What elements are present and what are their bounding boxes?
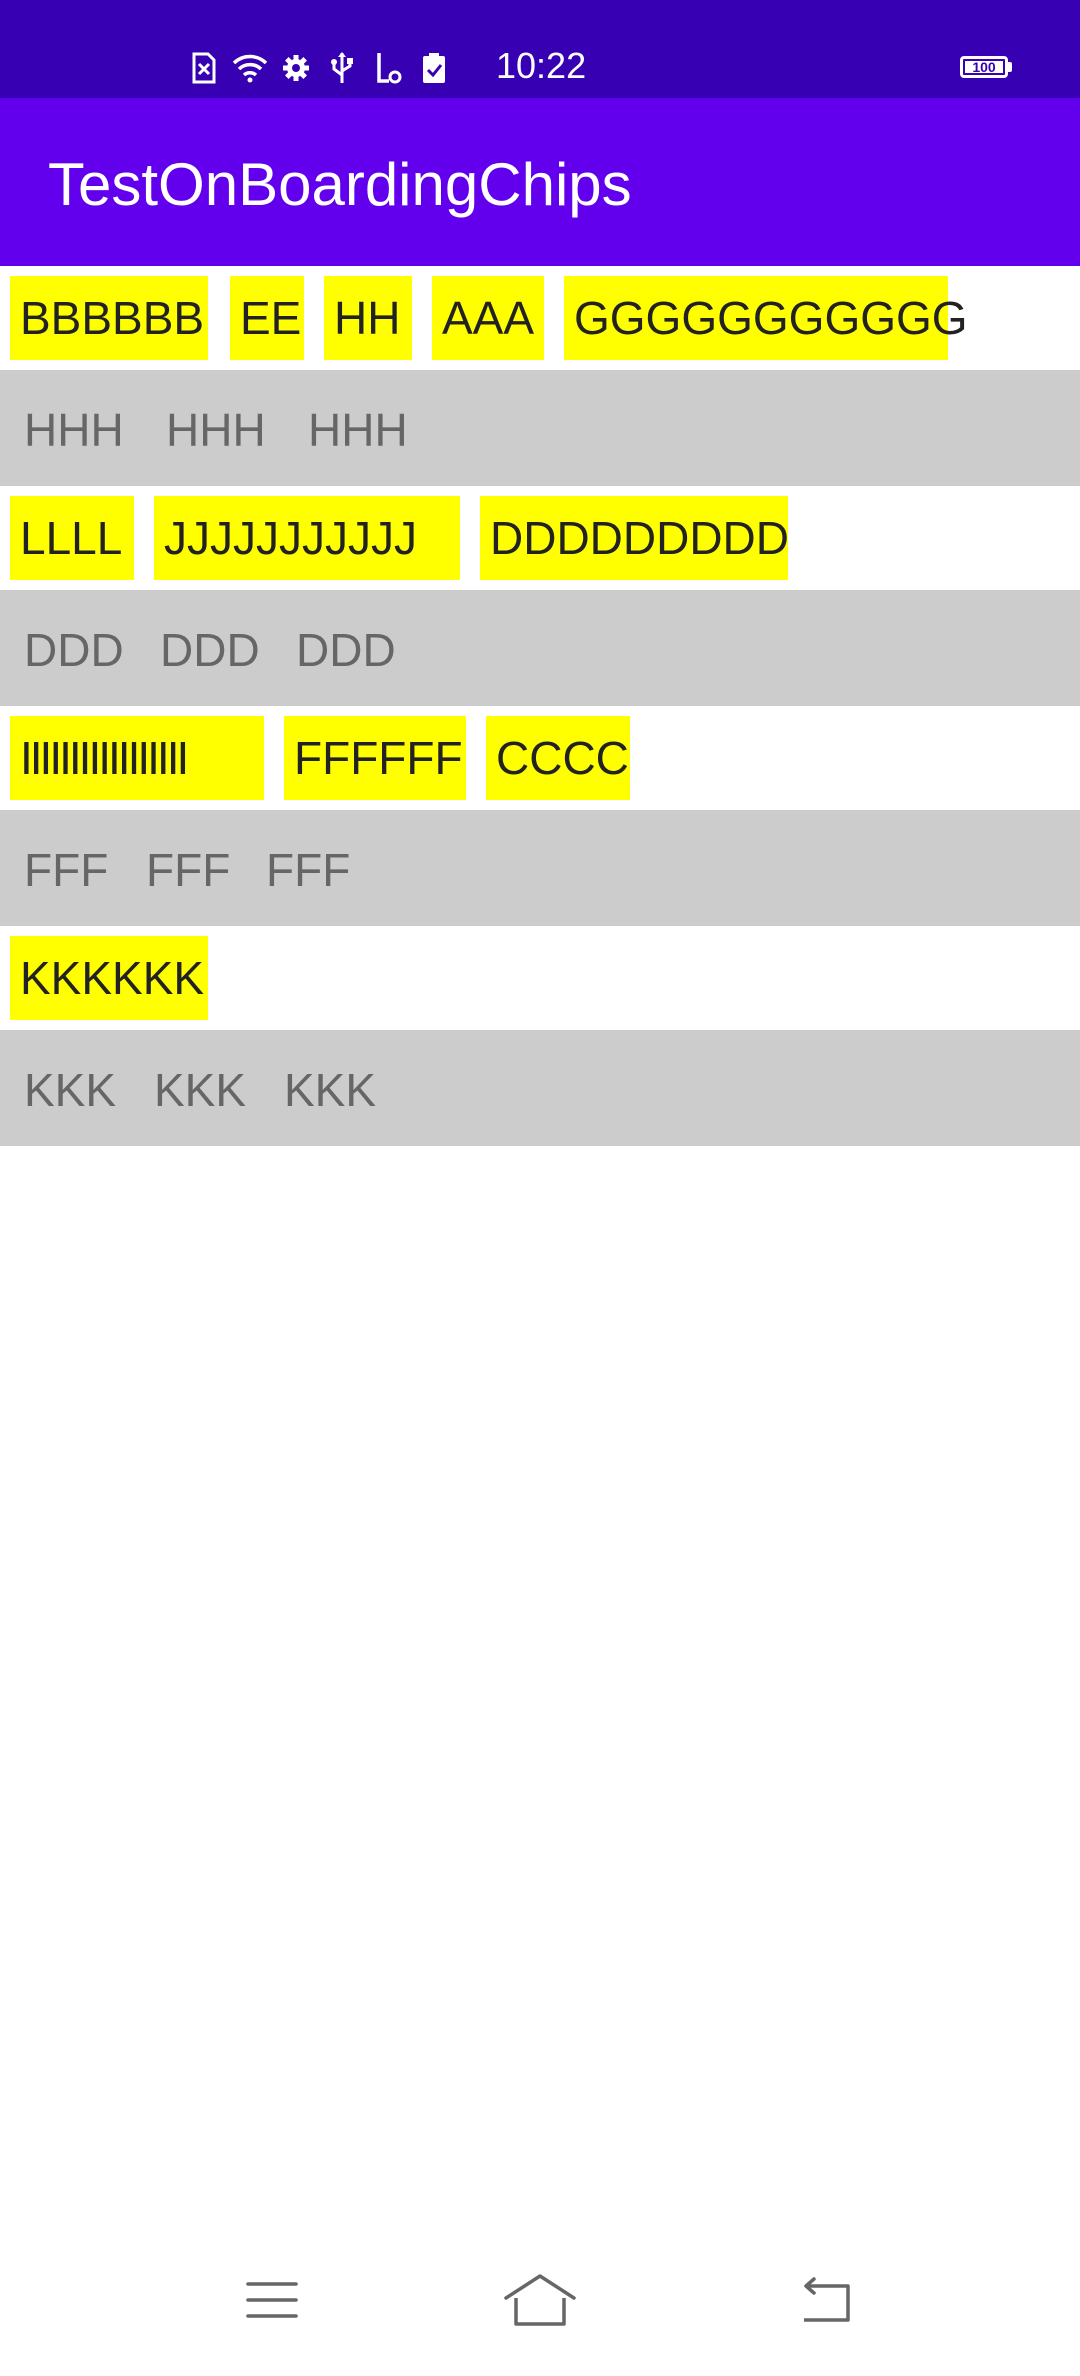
clipboard-check-icon [416,50,452,86]
chip-row: BBBBBB EE HH AAA GGGGGGGGGGG [0,266,1080,370]
wifi-icon [232,50,268,86]
chip[interactable]: LLLL [10,496,134,580]
usb-icon [324,50,360,86]
plain-row: HHH HHH HHH [0,370,1080,486]
app-title: TestOnBoardingChips [48,151,632,218]
sim-off-icon [186,50,222,86]
chip[interactable]: FFFFFF [284,716,466,800]
chip[interactable]: JJJJJJJJJJJ [154,496,460,580]
back-button[interactable] [784,2272,864,2332]
status-icons [186,50,452,86]
gear-icon [278,50,314,86]
plain-item: HHH [166,404,266,456]
battery-tip [1008,62,1012,72]
plain-item: HHH [24,404,124,456]
chip[interactable]: HH [324,276,412,360]
plain-item: KKK [284,1064,377,1116]
chip[interactable]: GGGGGGGGGGG [564,276,968,360]
chip[interactable]: KKKKKK [10,936,208,1020]
chip[interactable]: CCCC [486,716,630,800]
chip[interactable]: EE [230,276,304,360]
chip[interactable]: IIIIIIIIIIIIIIIII [10,716,264,800]
navigation-bar [0,2240,1080,2376]
plain-row: DDD DDD DDD [0,590,1080,706]
home-button[interactable] [500,2272,580,2332]
plain-item: DDD [296,624,396,676]
menu-icon [244,2278,300,2327]
chip-row: IIIIIIIIIIIIIIIII FFFFFF CCCC [0,706,1080,810]
plain-item: FFF [146,844,231,896]
plain-item: KKK [154,1064,247,1116]
chip[interactable]: AAA [432,276,544,360]
plain-item: HHH [308,404,408,456]
debug-icon [370,50,406,86]
status-time: 10:22 [496,45,587,86]
back-icon [794,2276,854,2329]
plain-item: DDD [24,624,124,676]
battery-icon: 100 [960,56,1008,78]
status-bar: 10:22 100 [0,0,1080,98]
plain-item: DDD [160,624,260,676]
menu-button[interactable] [232,2272,312,2332]
plain-row: KKK KKK KKK [0,1030,1080,1146]
chip-row: KKKKKK [0,926,1080,1030]
plain-item: KKK [24,1064,117,1116]
plain-item: FFF [24,844,109,896]
chip[interactable]: DDDDDDDDD [480,496,789,580]
chip-row: LLLL JJJJJJJJJJJ DDDDDDDDD [0,486,1080,590]
chip[interactable]: BBBBBB [10,276,208,360]
plain-item: FFF [266,844,351,896]
battery-level-text: 100 [972,59,996,75]
home-icon [502,2272,578,2333]
plain-row: FFF FFF FFF [0,810,1080,926]
